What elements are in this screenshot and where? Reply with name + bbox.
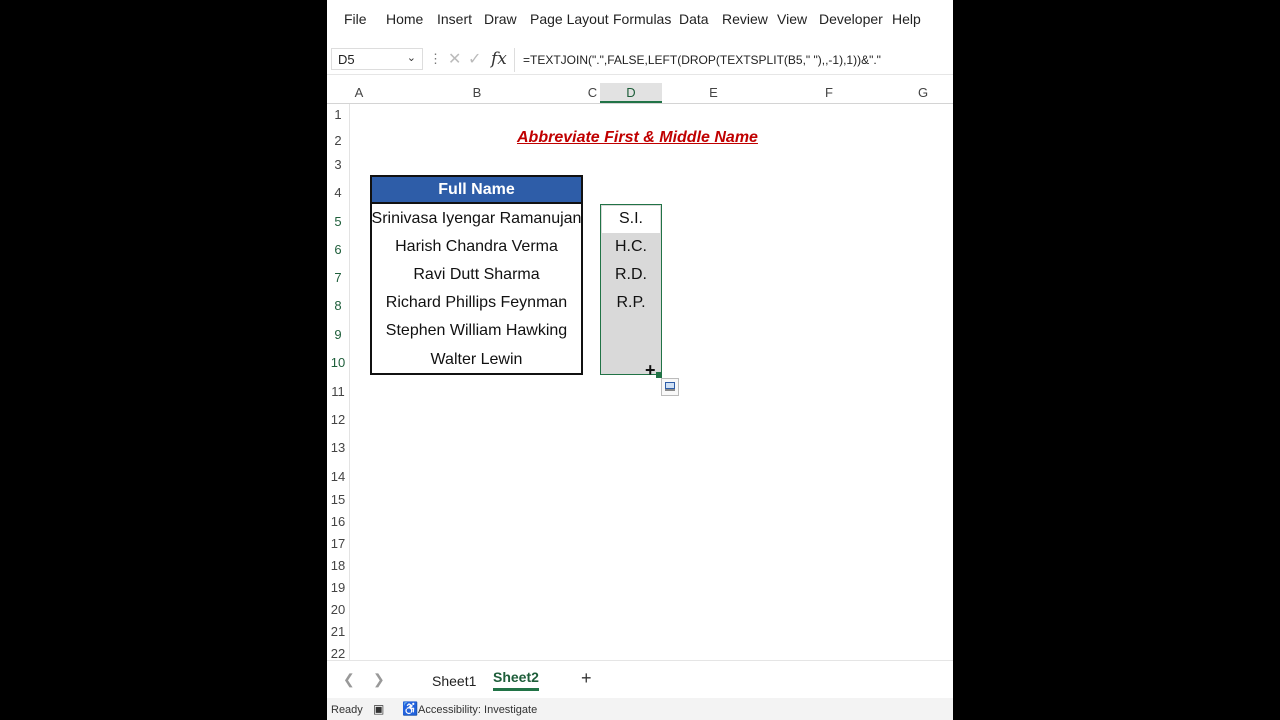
menu-view[interactable]: View: [777, 11, 807, 27]
menu-draw[interactable]: Draw: [484, 11, 517, 27]
menu-page-layout[interactable]: Page Layout: [530, 11, 609, 27]
result-cell[interactable]: H.C.: [600, 238, 662, 256]
column-header-b[interactable]: B: [369, 83, 585, 103]
menu-insert[interactable]: Insert: [437, 11, 472, 27]
row-header[interactable]: 18: [327, 558, 349, 573]
status-bar: Ready ▣ ♿ Accessibility: Investigate: [327, 698, 953, 720]
row-header[interactable]: 13: [327, 440, 349, 455]
ribbon-menu: File Home Insert Draw Page Layout Formul…: [327, 0, 953, 40]
row-header[interactable]: 19: [327, 580, 349, 595]
cancel-icon[interactable]: ✕: [448, 49, 461, 69]
row-header[interactable]: 4: [327, 185, 349, 200]
row-header[interactable]: 10: [327, 355, 349, 370]
column-header-g[interactable]: G: [893, 83, 953, 103]
row-header[interactable]: 1: [327, 107, 349, 122]
row-header[interactable]: 17: [327, 536, 349, 551]
formula-divider: [514, 48, 515, 72]
name-box[interactable]: D5 ⌄: [331, 48, 423, 70]
result-cell[interactable]: S.I.: [600, 210, 662, 228]
row-header[interactable]: 22: [327, 646, 349, 661]
name-box-value: D5: [338, 52, 355, 67]
enter-check-icon[interactable]: ✓: [468, 49, 481, 69]
row-header[interactable]: 7: [327, 270, 349, 285]
column-header-f[interactable]: F: [765, 83, 893, 103]
row-header[interactable]: 3: [327, 157, 349, 172]
insert-function-icon[interactable]: fx: [491, 49, 507, 69]
status-ready: Ready: [331, 704, 363, 716]
column-header-d[interactable]: D: [600, 83, 662, 103]
more-options-icon[interactable]: ⋮: [429, 51, 442, 67]
formula-input[interactable]: =TEXTJOIN(".",FALSE,LEFT(DROP(TEXTSPLIT(…: [523, 53, 881, 67]
tab-sheet2[interactable]: Sheet2: [493, 669, 539, 691]
macro-recording-icon[interactable]: ▣: [373, 702, 384, 716]
row-header[interactable]: 8: [327, 298, 349, 313]
table-cell[interactable]: Walter Lewin: [370, 351, 583, 369]
accessibility-icon[interactable]: ♿: [402, 701, 418, 717]
add-sheet-button[interactable]: +: [581, 668, 592, 689]
menu-data[interactable]: Data: [679, 11, 709, 27]
menu-home[interactable]: Home: [386, 11, 423, 27]
formula-bar: D5 ⌄ ⋮ ✕ ✓ fx =TEXTJOIN(".",FALSE,LEFT(D…: [327, 46, 953, 75]
table-cell[interactable]: Richard Phillips Feynman: [370, 294, 583, 312]
table-body: [370, 204, 583, 375]
sheet-tab-bar: ❮ ❯ Sheet1 Sheet2 +: [327, 660, 953, 699]
row-header[interactable]: 11: [327, 384, 349, 399]
row-header[interactable]: 20: [327, 602, 349, 617]
sheet-title[interactable]: Abbreviate First & Middle Name: [517, 129, 758, 147]
column-header-e[interactable]: E: [662, 83, 765, 103]
chevron-right-icon[interactable]: ❯: [373, 671, 385, 688]
table-cell[interactable]: Harish Chandra Verma: [370, 238, 583, 256]
column-header-c[interactable]: C: [585, 83, 600, 103]
quick-analysis-icon[interactable]: [661, 378, 679, 396]
table-cell[interactable]: Srinivasa Iyengar Ramanujan: [370, 210, 583, 228]
row-header[interactable]: 12: [327, 412, 349, 427]
menu-file[interactable]: File: [344, 11, 367, 27]
excel-window: File Home Insert Draw Page Layout Formul…: [327, 0, 953, 720]
row-header[interactable]: 5: [327, 214, 349, 229]
tab-sheet1[interactable]: Sheet1: [432, 673, 476, 689]
table-cell[interactable]: Ravi Dutt Sharma: [370, 266, 583, 284]
menu-review[interactable]: Review: [722, 11, 768, 27]
menu-help[interactable]: Help: [892, 11, 921, 27]
row-header[interactable]: 6: [327, 242, 349, 257]
menu-developer[interactable]: Developer: [819, 11, 883, 27]
header-divider: [327, 103, 953, 104]
column-header-a[interactable]: A: [349, 83, 369, 103]
chevron-down-icon[interactable]: ⌄: [407, 51, 416, 64]
row-header[interactable]: 9: [327, 327, 349, 342]
row-header[interactable]: 15: [327, 492, 349, 507]
row-header-divider: [349, 104, 350, 660]
row-header[interactable]: 14: [327, 469, 349, 484]
accessibility-status[interactable]: Accessibility: Investigate: [418, 704, 537, 716]
row-header[interactable]: 2: [327, 133, 349, 148]
chevron-left-icon[interactable]: ❮: [343, 671, 355, 688]
row-header[interactable]: 16: [327, 514, 349, 529]
row-header[interactable]: 21: [327, 624, 349, 639]
crosshair-cursor-icon: +: [645, 360, 656, 380]
table-header[interactable]: Full Name: [370, 175, 583, 204]
menu-formulas[interactable]: Formulas: [613, 11, 671, 27]
table-cell[interactable]: Stephen William Hawking: [370, 322, 583, 340]
result-cell[interactable]: R.D.: [600, 266, 662, 284]
result-cell[interactable]: R.P.: [600, 294, 662, 312]
